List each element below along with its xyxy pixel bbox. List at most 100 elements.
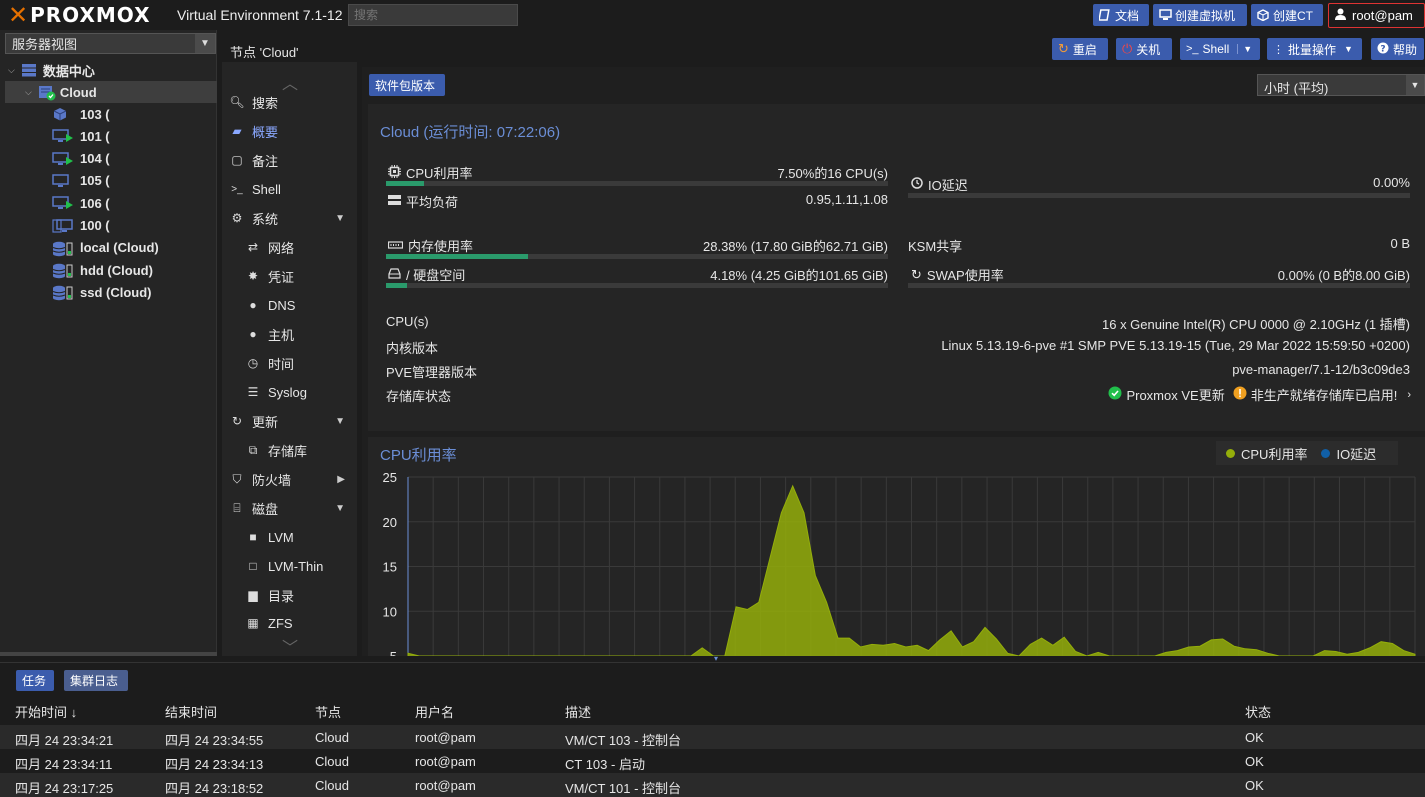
bulk-actions-label: 批量操作 xyxy=(1288,42,1337,57)
nav-notes[interactable]: ▢ 备注 xyxy=(222,147,357,173)
nav-system[interactable]: ⚙ 系统 ▼ xyxy=(222,205,357,231)
view-selector[interactable]: 服务器视图 ▼ xyxy=(5,33,216,54)
col-description[interactable]: 描述 xyxy=(565,702,591,721)
tree-item-node-cloud[interactable]: ⌵ Cloud xyxy=(5,81,217,103)
nav-time[interactable]: ◷ 时间 xyxy=(222,350,357,376)
tree-item[interactable]: local (Cloud) xyxy=(52,237,217,259)
task-row[interactable]: 四月 24 23:34:21 四月 24 23:34:55 Cloud root@pa… xyxy=(0,725,1425,749)
col-status[interactable]: 状态 xyxy=(1245,702,1271,721)
reboot-button[interactable]: ↻ 重启 xyxy=(1052,38,1108,60)
search-icon: 🔍︎ xyxy=(229,95,245,109)
col-user[interactable]: 用户名 xyxy=(415,702,454,721)
col-node[interactable]: 节点 xyxy=(315,702,341,721)
task-cell: VM/CT 101 - 控制台 xyxy=(565,781,682,796)
package-versions-button[interactable]: 软件包版本 xyxy=(369,74,445,96)
nav-shell[interactable]: >_ Shell xyxy=(222,176,357,202)
repo-status-value[interactable]: Proxmox VE更新 非生产就绪存储库已启用! › xyxy=(1108,385,1411,404)
tree-item-label: 101 ( xyxy=(80,128,110,144)
nav-firewall[interactable]: ⛉ 防火墙 ▶ xyxy=(222,466,357,492)
node-online-icon xyxy=(38,85,56,101)
folder-icon: ▆ xyxy=(248,588,258,602)
nav-directory[interactable]: ▆ 目录 xyxy=(222,582,357,608)
task-row[interactable]: 四月 24 23:17:25 四月 24 23:18:52 Cloud root@pa… xyxy=(0,773,1425,797)
search-input[interactable] xyxy=(348,4,518,26)
top-bar: ✕ PROXMOX Virtual Environment 7.1-12 文档 … xyxy=(0,0,1425,30)
nav-summary[interactable]: ▰ 概要 xyxy=(222,118,357,144)
nav-syslog[interactable]: ☰ Syslog xyxy=(222,379,357,405)
tasks-icon xyxy=(388,194,401,209)
nav-certificates[interactable]: ✸ 凭证 xyxy=(222,263,357,289)
nav-label: 备注 xyxy=(252,153,279,169)
col-end-time[interactable]: 结束时间 xyxy=(165,702,217,721)
chevron-down-icon[interactable]: ▼ xyxy=(195,34,215,53)
cpu-usage-chart: 25 20 15 10 5 xyxy=(383,470,1416,656)
timeframe-select[interactable]: 小时 (平均) ▼ xyxy=(1257,74,1425,96)
repo-ok-text: Proxmox VE更新 xyxy=(1126,388,1225,403)
network-icon: ⇄ xyxy=(247,240,259,254)
nav-label: LVM xyxy=(268,529,294,545)
nav-updates[interactable]: ↻ 更新 ▼ xyxy=(222,408,357,434)
create-ct-button[interactable]: 创建CT xyxy=(1251,4,1323,26)
nav-label: 搜索 xyxy=(252,95,279,111)
tree-item[interactable]: 106 ( xyxy=(52,192,217,214)
io-delay-value: 0.00% xyxy=(1373,175,1410,190)
tree-item[interactable]: ssd (Cloud) xyxy=(52,281,217,303)
tree-item[interactable]: hdd (Cloud) xyxy=(52,259,217,281)
task-cell: 四月 24 23:17:25 xyxy=(15,781,114,796)
tree-item[interactable]: 100 ( xyxy=(52,215,217,237)
nav-lvm-thin[interactable]: □ LVM-Thin xyxy=(222,553,357,579)
resize-handle[interactable]: ▾ xyxy=(714,655,724,663)
nav-hosts[interactable]: ● 主机 xyxy=(222,321,357,347)
chevron-right-icon: › xyxy=(1407,388,1411,401)
collapse-icon[interactable]: ⌵ xyxy=(25,87,32,98)
load-average-text: 平均负荷 xyxy=(406,195,459,210)
chevron-down-icon[interactable]: ▼ xyxy=(1406,75,1424,95)
scroll-down-icon[interactable]: ﹀ xyxy=(282,634,298,658)
tree-item-label: ssd (Cloud) xyxy=(80,284,152,300)
collapse-icon[interactable]: ⌵ xyxy=(8,65,15,76)
nav-zfs[interactable]: ▦ ZFS xyxy=(222,611,357,629)
cogs-icon: ⚙ xyxy=(231,211,243,225)
shutdown-button[interactable]: ⏻ 关机 xyxy=(1116,38,1172,60)
tree-item[interactable]: 104 ( xyxy=(52,148,217,170)
tree-scrollbar[interactable] xyxy=(0,652,217,656)
version-label: Virtual Environment 7.1-12 xyxy=(177,7,343,23)
chevron-down-icon[interactable]: ▼ xyxy=(1237,44,1252,54)
tab-cluster-log[interactable]: 集群日志 xyxy=(64,670,128,691)
nav-search[interactable]: 🔍︎ 搜索 xyxy=(222,89,357,115)
svg-text:?: ? xyxy=(1380,44,1385,54)
user-menu-button[interactable]: root@pam xyxy=(1328,3,1425,28)
globe-icon: ● xyxy=(249,327,257,341)
nav-dns[interactable]: ● DNS xyxy=(222,292,357,318)
legend-io-label[interactable]: IO延迟 xyxy=(1336,444,1376,463)
docs-button[interactable]: 文档 xyxy=(1093,4,1149,26)
col-start-time[interactable]: 开始时间 ↓ xyxy=(15,702,77,721)
tree-item[interactable]: 103 ( xyxy=(52,103,217,125)
files-icon: ⧉ xyxy=(248,442,258,457)
chevron-down-icon: ▼ xyxy=(335,415,345,427)
tree-item[interactable]: 105 ( xyxy=(52,170,217,192)
tree-item-label: 106 ( xyxy=(80,195,110,211)
nav-lvm[interactable]: ■ LVM xyxy=(222,524,357,550)
tree-item[interactable]: 101 ( xyxy=(52,125,217,147)
tree-item-datacenter[interactable]: ⌵ 数据中心 xyxy=(0,59,217,81)
chevron-down-icon: ▼ xyxy=(335,502,345,514)
load-average-value: 0.95,1.11,1.08 xyxy=(805,192,888,207)
vm-running-icon xyxy=(52,129,74,143)
shell-button[interactable]: >_ Shell ▼ xyxy=(1180,38,1260,60)
legend-cpu-label[interactable]: CPU利用率 xyxy=(1241,444,1307,463)
create-vm-button[interactable]: 创建虚拟机 xyxy=(1153,4,1247,26)
nav-label: 系统 xyxy=(252,211,279,227)
nav-disks[interactable]: ⌸ 磁盘 ▼ xyxy=(222,495,357,521)
nav-label: Shell xyxy=(252,181,281,197)
tab-tasks[interactable]: 任务 xyxy=(16,670,54,691)
help-button[interactable]: ? 帮助 xyxy=(1371,38,1424,60)
square-outline-icon: □ xyxy=(249,559,257,573)
bulk-actions-button[interactable]: ⋮ 批量操作 ▼ xyxy=(1267,38,1362,60)
refresh-icon: ↻ xyxy=(231,414,243,428)
reboot-icon: ↻ xyxy=(1058,41,1069,56)
nav-network[interactable]: ⇄ 网络 xyxy=(222,234,357,260)
timeframe-value: 小时 (平均) xyxy=(1264,81,1329,96)
task-row[interactable]: 四月 24 23:34:11 四月 24 23:34:13 Cloud root@pa… xyxy=(0,749,1425,773)
nav-repositories[interactable]: ⧉ 存储库 xyxy=(222,437,357,463)
